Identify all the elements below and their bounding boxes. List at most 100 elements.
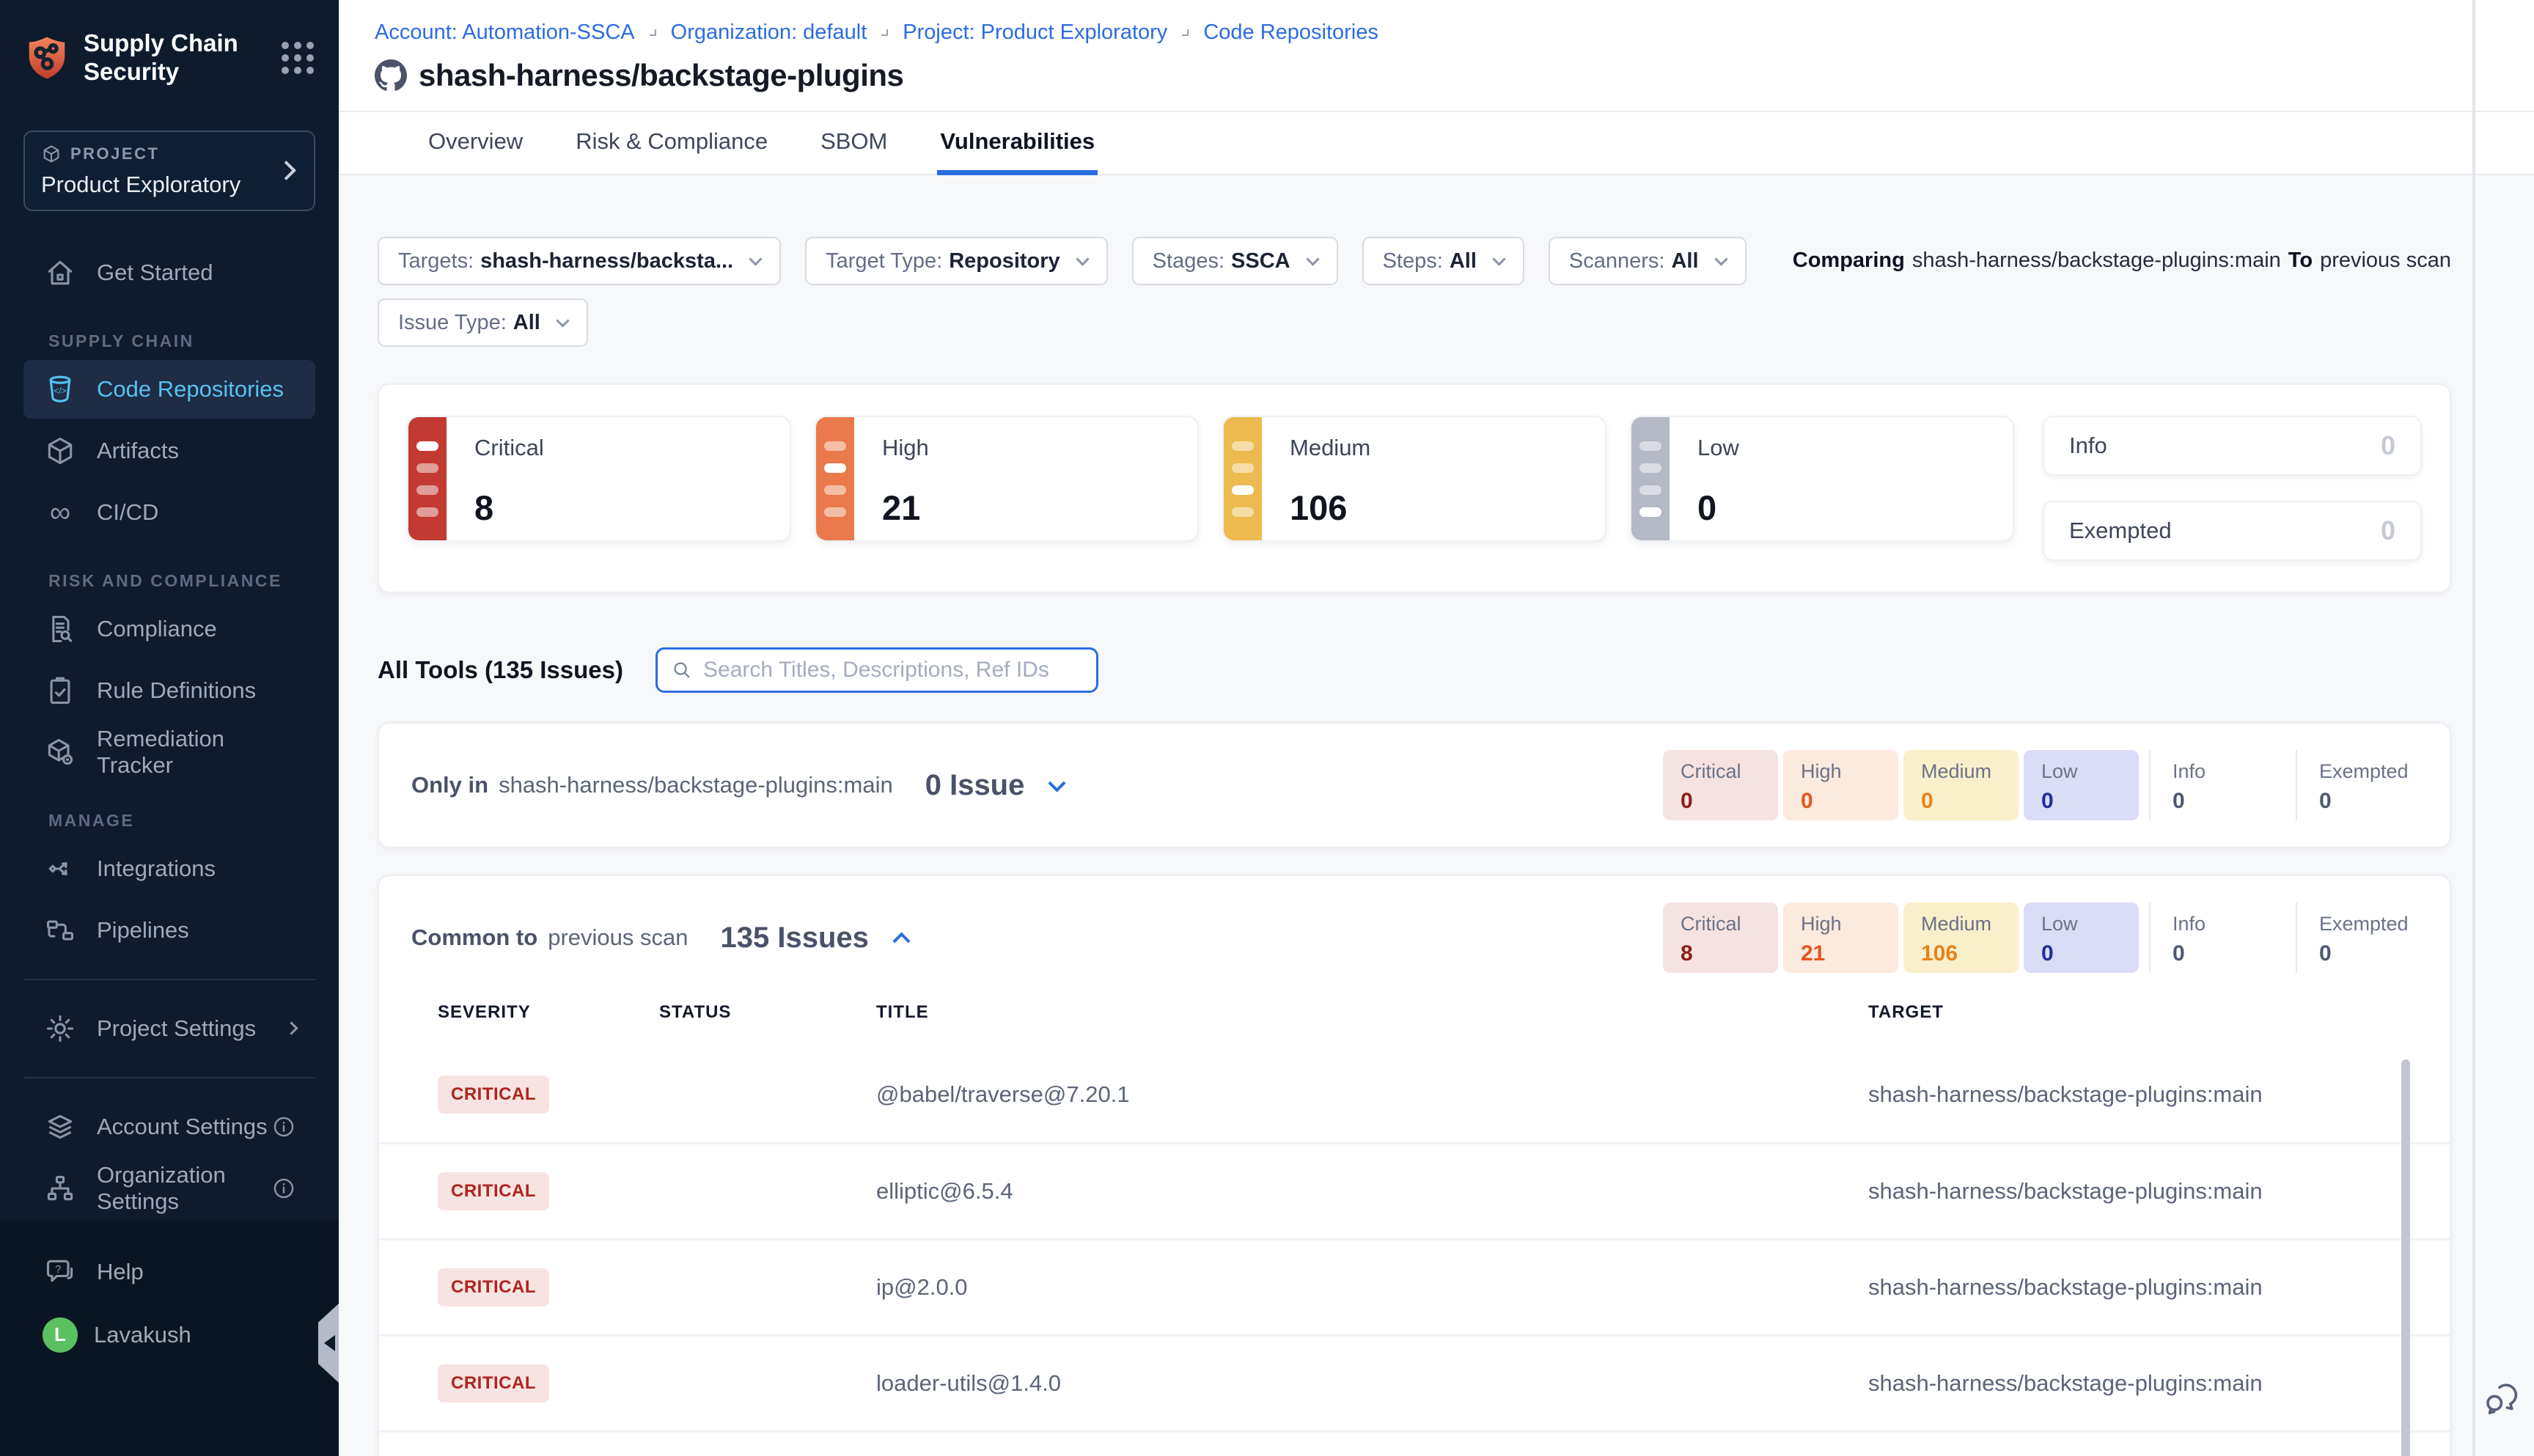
- issue-target: shash-harness/backstage-plugins:main: [1868, 1370, 2450, 1397]
- table-row[interactable]: CRITICAL parse-path@4.0.4 shash-harness/…: [379, 1430, 2450, 1456]
- chevron-down-icon: [1306, 252, 1319, 265]
- breadcrumb-organization[interactable]: Organization: default: [671, 21, 867, 45]
- account-layers-icon: [43, 1109, 78, 1144]
- org-chart-icon: [43, 1171, 78, 1206]
- sidebar-item-help[interactable]: ? Help: [23, 1243, 315, 1301]
- module-grid-icon[interactable]: [279, 39, 317, 77]
- content-area: Targets: shash-harness/backsta... Target…: [339, 175, 2534, 1456]
- chevron-right-icon: [284, 1022, 298, 1035]
- tab-bar: Overview Risk & Compliance SBOM Vulnerab…: [339, 111, 2534, 175]
- column-header-severity: SEVERITY: [438, 1002, 659, 1023]
- sidebar-item-cicd[interactable]: ∞ CI/CD: [23, 483, 315, 542]
- only-in-panel: Only in shash-harness/backstage-plugins:…: [378, 722, 2451, 848]
- svg-text:</>: </>: [54, 386, 66, 396]
- filter-steps[interactable]: Steps: All: [1362, 237, 1524, 285]
- common-scan: previous scan: [548, 924, 688, 951]
- app-title: Supply Chain Security: [84, 29, 239, 87]
- severity-card-label: Medium: [1290, 435, 1370, 461]
- sidebar-item-artifacts[interactable]: Artifacts: [23, 422, 315, 480]
- sidebar-item-label: Pipelines: [97, 917, 189, 944]
- user-menu[interactable]: L Lavakush: [23, 1306, 315, 1364]
- severity-card-critical: Critical 8: [407, 416, 791, 542]
- help-chat-icon: ?: [43, 1254, 78, 1290]
- info-card: Info 0: [2043, 416, 2422, 476]
- sidebar-item-pipelines[interactable]: Pipelines: [23, 901, 315, 960]
- only-in-expander[interactable]: Only in shash-harness/backstage-plugins:…: [379, 724, 2450, 847]
- filter-targets[interactable]: Targets: shash-harness/backsta...: [378, 237, 781, 285]
- filter-stages[interactable]: Stages: SSCA: [1132, 237, 1338, 285]
- table-scrollbar[interactable]: [2401, 1059, 2410, 1456]
- page-title: shash-harness/backstage-plugins: [419, 58, 903, 93]
- severity-badge: CRITICAL: [438, 1076, 549, 1114]
- avatar: L: [43, 1317, 78, 1353]
- severity-card-value: 21: [882, 488, 929, 528]
- nav-section-manage: MANAGE: [48, 811, 339, 831]
- issue-title[interactable]: @babel/traverse@7.20.1: [876, 1081, 1868, 1108]
- tab-vulnerabilities[interactable]: Vulnerabilities: [937, 112, 1098, 175]
- sidebar-item-label: Project Settings: [97, 1015, 256, 1042]
- chevron-down-icon[interactable]: [1049, 774, 1066, 792]
- tab-overview[interactable]: Overview: [425, 112, 526, 175]
- issue-title[interactable]: loader-utils@1.4.0: [876, 1370, 1868, 1397]
- sidebar-item-account-settings[interactable]: Account Settings: [23, 1097, 315, 1156]
- comparing-note: Comparingshash-harness/backstage-plugins…: [1793, 249, 2451, 273]
- integrations-icon: [43, 851, 78, 886]
- tab-risk-compliance[interactable]: Risk & Compliance: [573, 112, 771, 175]
- sidebar-item-remediation-tracker[interactable]: Remediation Tracker: [23, 723, 315, 782]
- pill-exempted: Exempted 0: [2296, 750, 2432, 820]
- sidebar-item-get-started[interactable]: Get Started: [23, 243, 315, 302]
- severity-card-value: 8: [474, 488, 544, 528]
- nav-divider: [23, 979, 315, 980]
- sidebar: Supply Chain Security PROJECT Product Ex…: [0, 0, 339, 1456]
- filter-issue-type[interactable]: Issue Type: All: [378, 298, 588, 347]
- table-row[interactable]: CRITICAL @babel/traverse@7.20.1 shash-ha…: [379, 1046, 2450, 1142]
- sidebar-item-integrations[interactable]: Integrations: [23, 839, 315, 898]
- chevron-right-icon: [881, 29, 888, 36]
- pill-medium: Medium 0: [1903, 750, 2019, 820]
- severity-card-low: Low 0: [1630, 416, 2014, 542]
- breadcrumb-code-repositories[interactable]: Code Repositories: [1203, 21, 1378, 45]
- table-row[interactable]: CRITICAL ip@2.0.0 shash-harness/backstag…: [379, 1238, 2450, 1334]
- filter-target-type[interactable]: Target Type: Repository: [805, 237, 1108, 285]
- breadcrumb-account[interactable]: Account: Automation-SSCA: [375, 21, 635, 45]
- project-selector[interactable]: PROJECT Product Exploratory: [23, 130, 315, 211]
- sidebar-item-compliance[interactable]: Compliance: [23, 600, 315, 658]
- info-icon: [271, 1176, 296, 1201]
- sidebar-item-organization-settings[interactable]: Organization Settings: [23, 1159, 315, 1218]
- filter-scanners[interactable]: Scanners: All: [1549, 237, 1747, 285]
- issue-title[interactable]: elliptic@6.5.4: [876, 1178, 1868, 1205]
- issue-target: shash-harness/backstage-plugins:main: [1868, 1274, 2450, 1301]
- severity-bar-low: [1631, 417, 1670, 540]
- page-scrollbar-track[interactable]: [2472, 0, 2475, 1456]
- pill-critical: Critical 8: [1663, 902, 1778, 973]
- chevron-up-icon[interactable]: [892, 932, 910, 949]
- table-row[interactable]: CRITICAL elliptic@6.5.4 shash-harness/ba…: [379, 1142, 2450, 1238]
- only-in-count: 0 Issue: [925, 769, 1025, 802]
- column-header-target: TARGET: [1868, 1002, 2450, 1023]
- search-input[interactable]: [703, 658, 1083, 683]
- sidebar-item-label: Artifacts: [97, 438, 179, 464]
- sidebar-item-rule-definitions[interactable]: Rule Definitions: [23, 661, 315, 720]
- severity-badge: CRITICAL: [438, 1268, 549, 1306]
- pill-medium: Medium 106: [1903, 902, 2019, 973]
- nav-section-risk-compliance: RISK AND COMPLIANCE: [48, 571, 339, 591]
- issue-title[interactable]: ip@2.0.0: [876, 1274, 1868, 1301]
- severity-card-high: High 21: [815, 416, 1199, 542]
- gear-icon: [43, 1011, 78, 1046]
- tab-sbom[interactable]: SBOM: [818, 112, 890, 175]
- breadcrumb: Account: Automation-SSCA Organization: d…: [375, 21, 2534, 45]
- sidebar-item-project-settings[interactable]: Project Settings: [23, 999, 315, 1058]
- project-name: Product Exploratory: [41, 172, 298, 198]
- rule-definitions-clipboard-icon: [43, 673, 78, 708]
- table-row[interactable]: CRITICAL loader-utils@1.4.0 shash-harnes…: [379, 1334, 2450, 1430]
- chat-bubbles-icon[interactable]: [2483, 1378, 2522, 1418]
- common-expander[interactable]: Common to previous scan 135 Issues Criti…: [379, 876, 2450, 988]
- severity-badge: CRITICAL: [438, 1364, 549, 1402]
- home-icon: [43, 255, 78, 290]
- sidebar-item-label: Organization Settings: [97, 1162, 271, 1215]
- project-label: PROJECT: [70, 144, 159, 163]
- sidebar-item-code-repositories[interactable]: </> Code Repositories: [23, 360, 315, 419]
- sidebar-item-label: Compliance: [97, 616, 217, 642]
- breadcrumb-project[interactable]: Project: Product Exploratory: [903, 21, 1167, 45]
- pill-high: High 0: [1783, 750, 1898, 820]
